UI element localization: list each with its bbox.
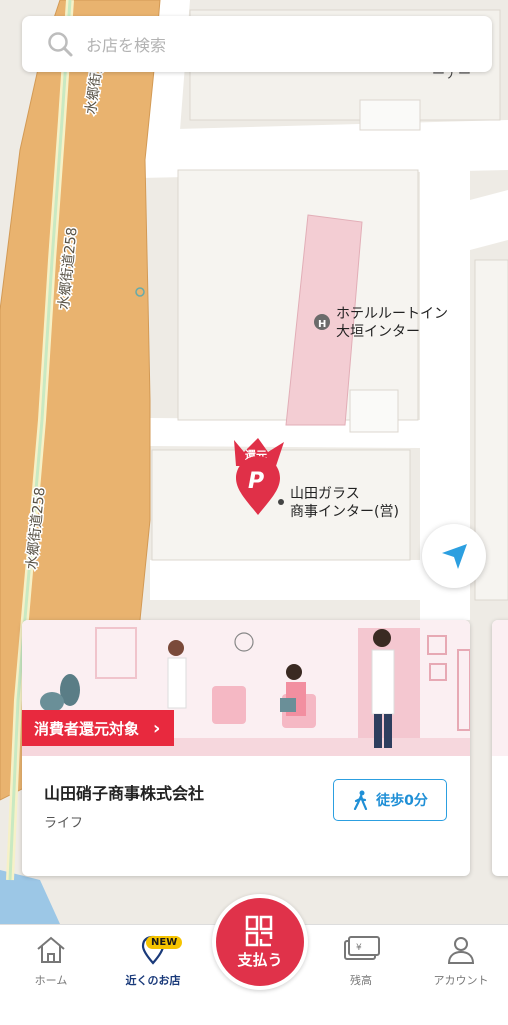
person-icon: [447, 937, 475, 964]
tab-balance-label: 残高: [350, 974, 372, 987]
store-label-line2: 商事インター(営): [290, 504, 399, 520]
svg-text:H: H: [318, 319, 326, 330]
next-store-card[interactable]: [492, 620, 508, 876]
tab-nearby-label: 近くのお店: [125, 974, 181, 987]
badge-label: 消費者還元対象: [34, 719, 140, 738]
store-card[interactable]: 消費者還元対象 › 山田硝子商事株式会社 ライフ 徒歩0分: [22, 620, 470, 876]
tab-account-label: アカウント: [433, 974, 489, 987]
search-icon: [48, 32, 73, 57]
hotel-name-line1: ホテルルートイン: [336, 306, 448, 322]
tab-home[interactable]: ホーム: [6, 935, 96, 988]
search-bar[interactable]: お店を検索: [22, 16, 492, 72]
tab-home-label: ホーム: [34, 974, 68, 987]
search-input[interactable]: お店を検索: [86, 32, 166, 56]
money-icon: ¥: [344, 936, 380, 960]
hotel-name-line2: 大垣インター: [336, 324, 420, 340]
pay-button[interactable]: 支払う: [212, 894, 308, 990]
home-icon: [37, 936, 65, 963]
walking-person-icon: [354, 790, 368, 810]
walk-time-label: 徒歩0分: [376, 793, 428, 809]
consumer-rebate-badge[interactable]: 消費者還元対象 ›: [22, 710, 175, 746]
tab-account[interactable]: アカウント: [416, 935, 506, 988]
chevron-right-icon: ›: [153, 717, 161, 739]
tab-balance[interactable]: ¥ 残高: [316, 935, 406, 988]
current-location-button[interactable]: [422, 524, 486, 588]
store-name: 山田硝子商事株式会社: [44, 784, 205, 803]
svg-text:¥: ¥: [356, 943, 362, 953]
store-label-line1: 山田ガラス: [290, 486, 360, 502]
navigation-arrow-icon: [442, 544, 467, 569]
walk-time-button[interactable]: 徒歩0分: [333, 779, 447, 821]
store-category: ライフ: [44, 816, 84, 831]
pay-label: 支払う: [237, 950, 283, 969]
new-badge: NEW: [146, 936, 183, 949]
qr-scan-icon: [245, 915, 273, 946]
svg-text:P: P: [248, 469, 264, 494]
